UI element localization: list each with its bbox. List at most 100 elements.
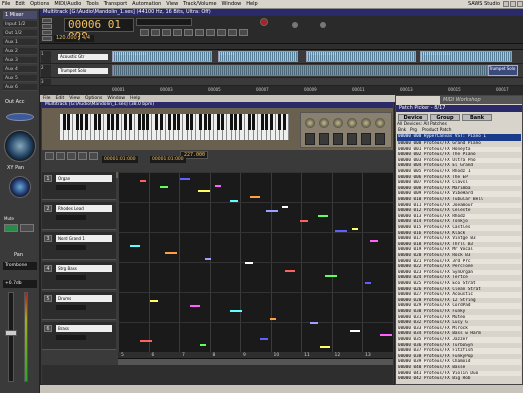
midi-mode-button[interactable] [67,152,76,160]
menu-item-1[interactable]: Edit [15,1,25,7]
black-key[interactable] [84,114,88,130]
pan-knob[interactable] [9,176,31,198]
black-key[interactable] [115,114,119,130]
mixer-row[interactable]: Aux 1 [3,39,37,46]
black-key[interactable] [186,114,189,130]
black-key[interactable] [106,114,110,130]
midi-note[interactable] [215,185,221,187]
midi-note[interactable] [325,275,337,277]
top-track-name[interactable]: Acoustic Gtr [58,54,108,60]
menu-item-7[interactable]: View [166,1,178,7]
midi-note[interactable] [230,310,242,312]
midi-note[interactable] [245,262,253,264]
track-mode-button[interactable] [42,36,52,41]
black-key[interactable] [80,114,84,130]
track-mode-button[interactable] [42,30,52,35]
black-key[interactable] [260,114,264,130]
track-mode-button[interactable] [42,18,52,23]
solo-button[interactable] [20,224,34,232]
black-key[interactable] [278,114,282,130]
black-key[interactable] [230,114,233,130]
midi-mode-button[interactable] [56,152,65,160]
midi-menu-item[interactable]: Window [107,96,125,101]
midi-note[interactable] [380,334,392,336]
record-icon[interactable] [260,18,268,26]
transport-button[interactable] [140,29,149,36]
transport-button[interactable] [184,29,193,36]
transport-button[interactable] [206,29,215,36]
black-key[interactable] [159,114,163,130]
black-key[interactable] [265,114,269,130]
black-key[interactable] [177,114,181,130]
menu-item-2[interactable]: Options [30,1,49,7]
mixer-row[interactable]: Aux 6 [3,84,37,91]
transport-button[interactable] [162,29,171,36]
maximize-button[interactable] [510,1,516,7]
audio-clip-1[interactable] [112,51,212,62]
midi-note[interactable] [282,206,288,208]
track-number-button[interactable]: 4 [44,265,52,272]
black-key[interactable] [137,114,141,130]
mixer-row[interactable]: Input 1/2 [3,21,37,28]
track-volume-slider[interactable] [56,185,86,190]
position-scrubber[interactable] [136,18,192,26]
transport-button[interactable] [151,29,160,36]
black-key[interactable] [203,114,207,130]
top-track-name[interactable]: Trumpet Solo [58,68,108,74]
black-key[interactable] [252,114,255,130]
midi-menu-item[interactable]: Help [130,96,140,101]
midi-note[interactable] [205,258,211,260]
rack-fader[interactable] [305,133,315,145]
black-key[interactable] [76,114,79,130]
midi-menu-item[interactable]: Options [85,96,102,101]
midi-note[interactable] [350,330,360,332]
midi-note[interactable] [352,228,358,230]
midi-note[interactable] [230,200,238,202]
transport-button[interactable] [195,29,204,36]
patch-row[interactable]: 00000 042 Proteus/FX Big Rob [397,376,521,382]
rack-knob[interactable] [361,118,371,128]
midi-note[interactable] [310,322,318,324]
audio-clip-4[interactable] [420,51,512,62]
midi-note[interactable] [370,240,378,242]
menu-item-5[interactable]: Transport [104,1,127,7]
menu-item-0[interactable]: File [2,1,10,7]
black-key[interactable] [199,114,203,130]
mixer-row[interactable]: Aux 2 [3,48,37,55]
track-volume-slider[interactable] [56,305,86,310]
midi-note[interactable] [140,180,146,182]
track-number-button[interactable]: 3 [44,235,52,242]
black-key[interactable] [62,114,66,130]
audio-clip-trumpet[interactable]: Trumpet Solo [488,65,518,76]
track-name-field[interactable]: Drums [56,295,112,302]
black-key[interactable] [234,114,238,130]
transport-button[interactable] [228,29,237,36]
midi-note[interactable] [285,270,295,272]
black-key[interactable] [282,114,286,130]
black-key[interactable] [190,114,194,130]
track-name-field[interactable]: Rhodes Lead [56,205,112,212]
track-mode-button[interactable] [42,24,52,29]
rack-knob[interactable] [319,118,329,128]
track-name-field[interactable]: Strg Bass [56,265,112,272]
midi-mode-button[interactable] [89,152,98,160]
black-key[interactable] [172,114,176,130]
rack-fader[interactable] [333,133,343,145]
menu-item-6[interactable]: Automation [132,1,161,7]
track-volume-slider[interactable] [56,275,86,280]
track-volume-slider[interactable] [56,245,86,250]
midi-note[interactable] [160,186,168,188]
midi-note[interactable] [198,190,210,192]
midi-note[interactable] [200,344,206,346]
midi-mode-button[interactable] [78,152,87,160]
audio-clip-5[interactable] [112,65,488,76]
midi-note[interactable] [180,178,190,180]
menu-item-9[interactable]: Window [222,1,242,7]
midi-menu-item[interactable]: Edit [56,96,65,101]
menu-item-10[interactable]: Help [246,1,257,7]
midi-menu-item[interactable]: File [43,96,51,101]
black-key[interactable] [208,114,211,130]
black-key[interactable] [216,114,220,130]
midi-note[interactable] [365,282,371,284]
send-slider[interactable] [6,113,34,121]
